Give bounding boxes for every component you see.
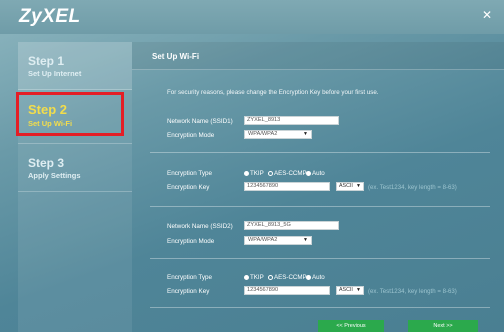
step-title: Step 2 <box>28 102 68 117</box>
chevron-down-icon: ▼ <box>356 183 361 189</box>
radio-label: AES-CCMP <box>274 170 307 177</box>
chevron-down-icon: ▼ <box>303 237 308 243</box>
step-subtitle: Set Up Internet <box>28 69 82 78</box>
radio-icon <box>244 170 249 176</box>
page-title: Set Up Wi-Fi <box>152 52 200 61</box>
radio-label: TKIP <box>250 274 264 281</box>
panel-header: Set Up Wi-Fi <box>132 42 504 70</box>
radio-label: TKIP <box>250 170 264 177</box>
section-divider <box>150 258 490 259</box>
step-title: Step 3 <box>28 156 65 170</box>
section-divider <box>150 307 490 308</box>
ssid2-type-auto-radio[interactable]: Auto <box>306 274 325 281</box>
ssid2-type-label: Encryption Type <box>167 274 213 281</box>
ssid1-type-aes-radio[interactable]: AES-CCMP <box>268 170 307 177</box>
radio-icon <box>268 274 273 280</box>
ssid1-key-label: Encryption Key <box>167 184 210 191</box>
ssid1-key-format-select[interactable]: ASCII ▼ <box>336 182 364 191</box>
chevron-down-icon: ▼ <box>303 131 308 137</box>
ssid1-mode-label: Encryption Mode <box>167 132 215 139</box>
ssid2-name-input[interactable]: ZYXEL_8913_5G <box>244 221 339 230</box>
section-divider <box>150 152 490 153</box>
close-icon[interactable]: ✕ <box>482 8 492 22</box>
ssid1-name-input[interactable]: ZYXEL_8913 <box>244 116 339 125</box>
wizard-sidebar: Step 1 Set Up Internet Step 2 Set Up Wi-… <box>16 42 132 332</box>
ssid2-key-input[interactable]: 1234567890 <box>244 286 330 295</box>
ssid2-mode-value: WPA/WPA2 <box>248 237 278 243</box>
ssid1-key-format-value: ASCII <box>339 183 353 189</box>
ssid1-key-hint: (ex. Test1234, key length = 8-63) <box>368 184 457 191</box>
radio-label: Auto <box>312 170 325 177</box>
ssid2-key-format-value: ASCII <box>339 287 353 293</box>
radio-icon <box>244 274 249 280</box>
ssid1-name-label: Network Name (SSID1) <box>167 118 233 125</box>
zyxel-logo: ZyXEL <box>19 6 81 27</box>
radio-icon <box>306 170 311 176</box>
ssid2-key-label: Encryption Key <box>167 288 210 295</box>
radio-icon <box>306 274 311 280</box>
radio-icon <box>268 170 273 176</box>
sidebar-step-1[interactable]: Step 1 Set Up Internet <box>18 42 132 90</box>
step-subtitle: Set Up Wi-Fi <box>28 119 73 128</box>
ssid2-key-format-select[interactable]: ASCII ▼ <box>336 286 364 295</box>
radio-label: Auto <box>312 274 325 281</box>
section-divider <box>150 206 490 207</box>
sidebar-step-3[interactable]: Step 3 Apply Settings <box>18 144 132 192</box>
ssid1-type-tkip-radio[interactable]: TKIP <box>244 170 264 177</box>
ssid2-key-hint: (ex. Test1234, key length = 8-63) <box>368 288 457 295</box>
ssid1-key-input[interactable]: 1234567890 <box>244 182 330 191</box>
step-subtitle: Apply Settings <box>28 171 81 180</box>
step-title: Step 1 <box>28 54 65 68</box>
sidebar-step-2[interactable]: Step 2 Set Up Wi-Fi <box>16 90 132 144</box>
next-button[interactable]: Next >> <box>408 320 478 332</box>
ssid1-type-label: Encryption Type <box>167 170 213 177</box>
radio-label: AES-CCMP <box>274 274 307 281</box>
ssid1-mode-select[interactable]: WPA/WPA2 ▼ <box>244 130 312 139</box>
ssid2-mode-select[interactable]: WPA/WPA2 ▼ <box>244 236 312 245</box>
ssid1-mode-value: WPA/WPA2 <box>248 131 278 137</box>
title-bar: ZyXEL ✕ <box>0 0 504 34</box>
ssid2-name-label: Network Name (SSID2) <box>167 223 233 230</box>
chevron-down-icon: ▼ <box>356 287 361 293</box>
ssid2-type-tkip-radio[interactable]: TKIP <box>244 274 264 281</box>
security-note: For security reasons, please change the … <box>167 89 379 96</box>
wifi-setup-panel: Set Up Wi-Fi For security reasons, pleas… <box>132 42 504 332</box>
ssid2-mode-label: Encryption Mode <box>167 238 215 245</box>
previous-button[interactable]: << Previous <box>318 320 384 332</box>
ssid2-type-aes-radio[interactable]: AES-CCMP <box>268 274 307 281</box>
ssid1-type-auto-radio[interactable]: Auto <box>306 170 325 177</box>
